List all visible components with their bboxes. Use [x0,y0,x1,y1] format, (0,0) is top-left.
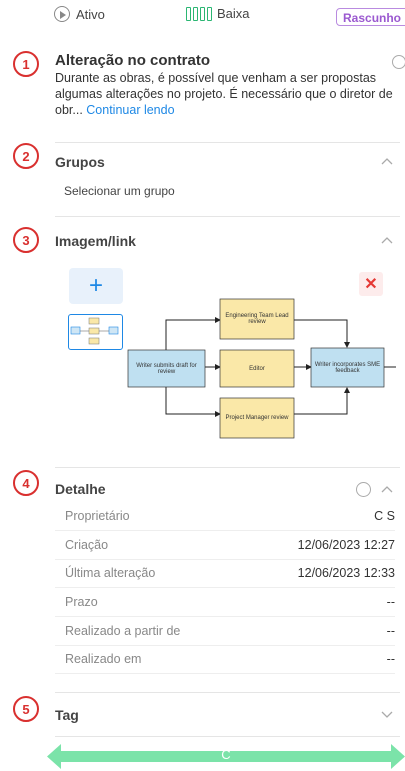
flow-diagram-image: Writer submits draft for review Engineer… [127,298,396,439]
priority-bars-icon [186,6,212,21]
edit-icon[interactable] [356,482,371,497]
detail-row: Prazo -- [55,588,395,617]
resize-handle-label: C [221,747,231,762]
detail-value: -- [386,624,395,638]
diagram-node-bottom-label: Project Manager review [225,415,289,421]
image-link-title: Imagem/link [55,233,136,249]
detail-label: Prazo [65,595,98,609]
detail-row: Criação 12/06/2023 12:27 [55,531,395,560]
step-marker-3: 3 [13,227,39,253]
divider [55,467,400,468]
groups-title: Grupos [55,154,105,170]
step-marker-2: 2 [13,143,39,169]
priority-label: Baixa [217,6,250,21]
step-marker-1: 1 [13,51,39,77]
detail-value: 12/06/2023 12:33 [297,566,395,580]
diagram-node-top-label: Engineering Team Lead review [225,313,289,325]
detail-row: Última alteração 12/06/2023 12:33 [55,559,395,588]
detail-label: Criação [65,538,109,552]
detail-row: Realizado a partir de -- [55,617,395,646]
diagram-node-end-label: Writer incorporates SME feedback [314,361,381,374]
status-row: Ativo Baixa Rascunho [0,6,405,30]
detail-label: Realizado em [65,652,142,666]
edit-icon[interactable] [392,55,405,69]
add-image-button[interactable]: + [69,268,123,304]
detail-value: -- [386,595,395,609]
image-thumbnail[interactable] [68,314,123,350]
read-more-link[interactable]: Continuar lendo [86,103,174,117]
group-selector[interactable]: Selecionar um grupo [64,184,175,198]
divider [55,736,400,737]
detail-value: C S [374,509,395,523]
play-circle-icon [54,6,70,22]
detail-row: Realizado em -- [55,645,395,674]
divider [55,692,400,693]
state-label: Ativo [76,6,105,22]
chevron-up-icon[interactable] [381,236,393,244]
chevron-up-icon[interactable] [381,485,393,493]
priority-indicator[interactable]: Baixa [186,6,250,21]
detail-value: -- [386,652,395,666]
divider [55,216,400,217]
detail-label: Realizado a partir de [65,624,181,638]
detail-label: Proprietário [65,509,130,523]
diagram-node-start-label: Writer submits draft for review [136,362,197,375]
detail-label: Última alteração [65,566,156,580]
tag-title: Tag [55,707,79,723]
detail-row: Proprietário C S [55,502,395,531]
divider [55,142,400,143]
task-description: Durante as obras, é possível que venham … [55,70,405,118]
task-title: Alteração no contrato [55,52,211,69]
step-marker-5: 5 [13,696,39,722]
detail-title: Detalhe [55,481,106,497]
resize-handle[interactable]: C [47,742,405,771]
detail-value: 12/06/2023 12:27 [297,538,395,552]
state-indicator[interactable]: Ativo [54,6,105,22]
diagram-node-middle-label: Editor [249,365,265,372]
chevron-up-icon[interactable] [381,157,393,165]
step-marker-4: 4 [13,470,39,496]
chevron-down-icon[interactable] [381,711,393,719]
status-badge[interactable]: Rascunho [336,8,405,26]
